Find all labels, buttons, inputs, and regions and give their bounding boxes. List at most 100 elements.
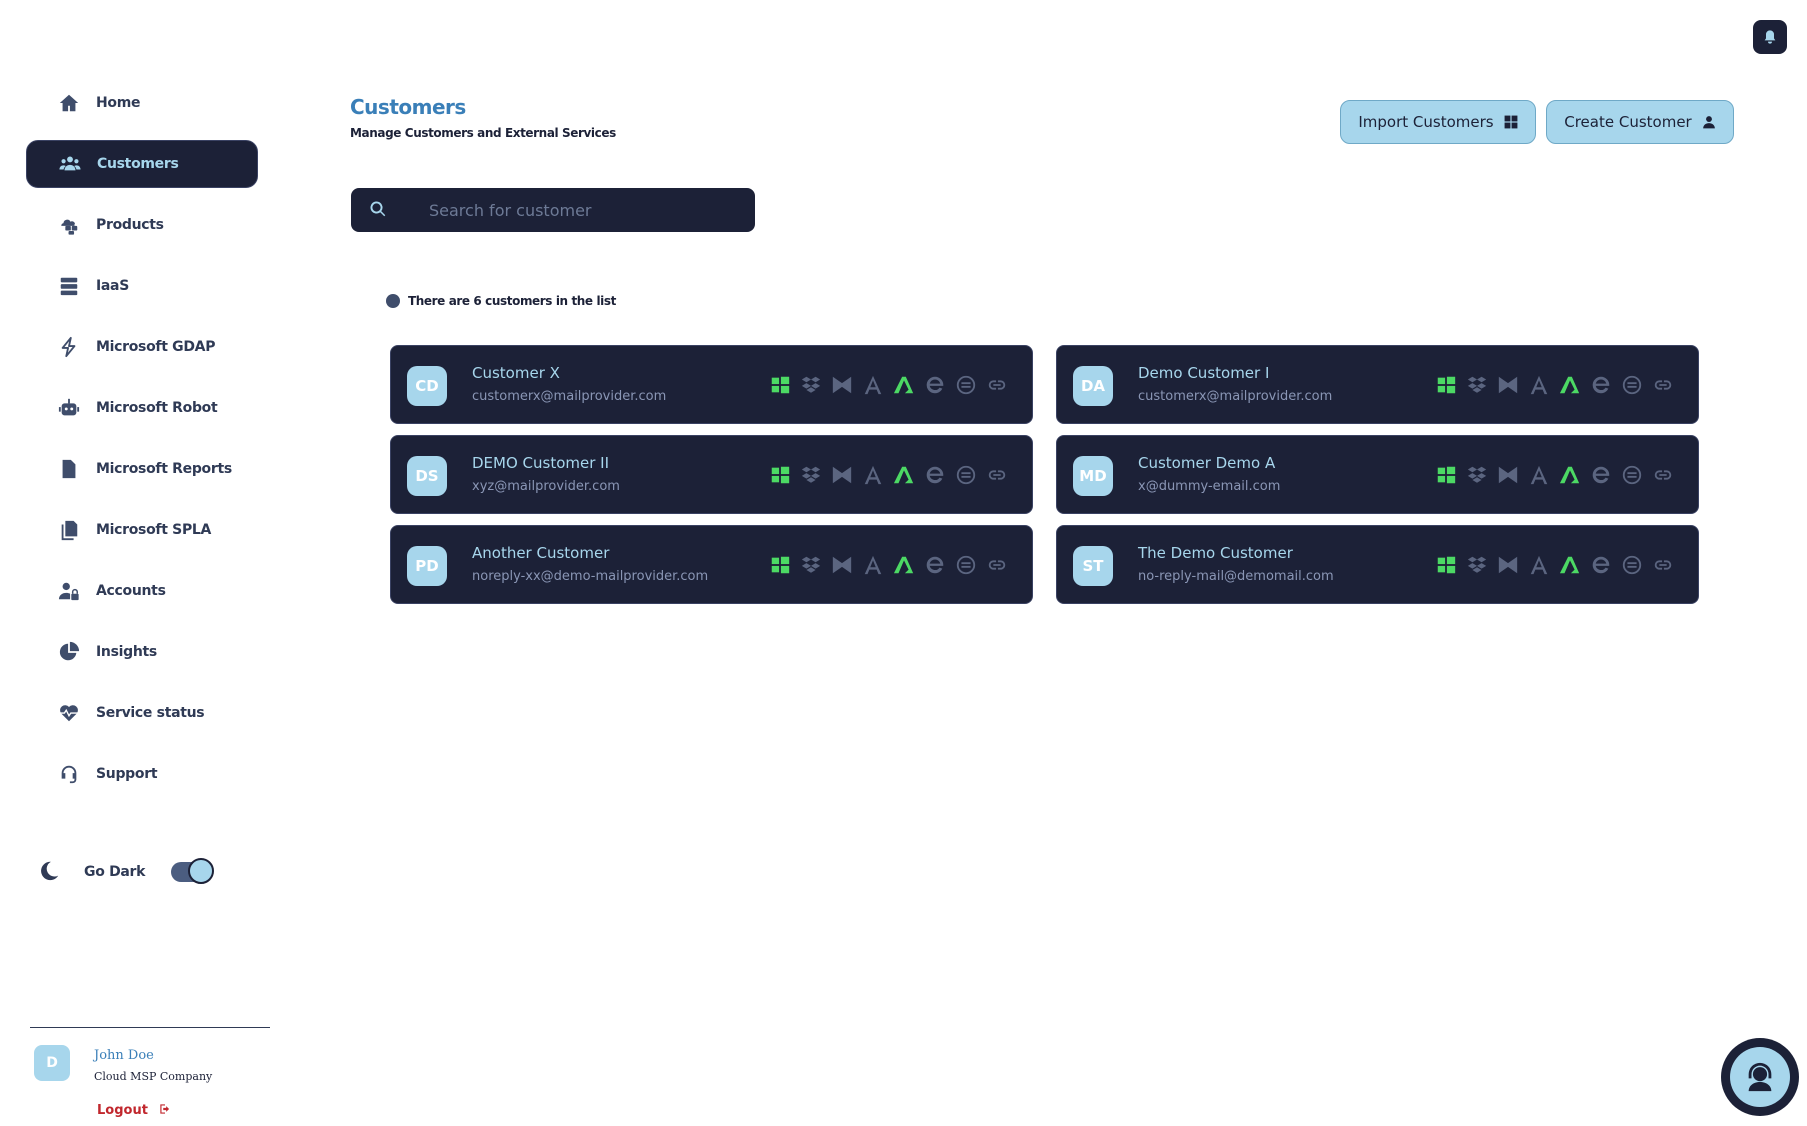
customer-card[interactable]: DA Demo Customer I customerx@mailprovide… [1056,345,1699,424]
windows-icon[interactable] [1433,462,1459,488]
customer-card[interactable]: DS DEMO Customer II xyz@mailprovider.com [390,435,1033,514]
page-subtitle: Manage Customers and External Services [350,126,616,140]
link-icon[interactable] [1650,462,1676,488]
e-icon[interactable] [1588,372,1614,398]
azure-icon[interactable] [1557,462,1583,488]
bowtie-icon[interactable] [829,462,855,488]
support-chat-button[interactable] [1721,1038,1799,1116]
azure-icon[interactable] [891,372,917,398]
circle-e-icon[interactable] [953,552,979,578]
circle-e-icon[interactable] [1619,462,1645,488]
link-icon[interactable] [1650,552,1676,578]
sidebar-item-insights[interactable]: Insights [26,628,258,676]
bowtie-icon[interactable] [1495,462,1521,488]
acronis-icon[interactable] [860,462,886,488]
sidebar-item-service-status[interactable]: Service status [26,689,258,737]
acronis-icon[interactable] [860,372,886,398]
sidebar-item-label: Service status [96,705,205,721]
circle-e-icon[interactable] [1619,372,1645,398]
sidebar-item-iaas[interactable]: IaaS [26,262,258,310]
circle-e-icon[interactable] [953,462,979,488]
page-title: Customers [350,95,466,119]
sidebar-item-microsoft-spla[interactable]: Microsoft SPLA [26,506,258,554]
create-customer-button[interactable]: Create Customer [1546,100,1734,144]
windows-icon[interactable] [1433,552,1459,578]
avatar: D [34,1045,70,1081]
customer-email: customerx@mailprovider.com [472,389,667,404]
bowtie-icon[interactable] [829,372,855,398]
azure-icon[interactable] [1557,372,1583,398]
circle-e-icon[interactable] [1619,552,1645,578]
search-input[interactable] [429,200,729,220]
dropbox-icon[interactable] [1464,462,1490,488]
windows-icon[interactable] [767,372,793,398]
dropbox-icon[interactable] [798,462,824,488]
sidebar-item-home[interactable]: Home [26,79,258,127]
acronis-icon[interactable] [860,552,886,578]
dropbox-icon[interactable] [798,372,824,398]
customer-email: x@dummy-email.com [1138,479,1281,494]
support-agent-icon [1748,1062,1772,1092]
dropbox-icon[interactable] [1464,372,1490,398]
link-icon[interactable] [984,372,1010,398]
service-icons [1428,372,1676,398]
windows-icon[interactable] [767,462,793,488]
service-icons [1428,552,1676,578]
server-icon [56,273,82,299]
customer-name: The Demo Customer [1138,544,1293,562]
e-icon[interactable] [1588,552,1614,578]
e-icon[interactable] [922,462,948,488]
azure-icon[interactable] [891,552,917,578]
e-icon[interactable] [922,552,948,578]
moon-icon [38,860,62,884]
dark-mode-toggle-row: Go Dark [38,858,215,884]
user-lock-icon [56,578,82,604]
e-icon[interactable] [1588,462,1614,488]
link-icon[interactable] [1650,372,1676,398]
sidebar-item-support[interactable]: Support [26,750,258,798]
customer-card[interactable]: MD Customer Demo A x@dummy-email.com [1056,435,1699,514]
sidebar-item-microsoft-robot[interactable]: Microsoft Robot [26,384,258,432]
acronis-icon[interactable] [1526,462,1552,488]
customer-avatar: PD [407,546,447,586]
bowtie-icon[interactable] [1495,372,1521,398]
sidebar-item-label: Microsoft Robot [96,400,218,416]
home-icon [56,90,82,116]
customer-card[interactable]: PD Another Customer noreply-xx@demo-mail… [390,525,1033,604]
sidebar-item-accounts[interactable]: Accounts [26,567,258,615]
windows-icon[interactable] [1433,372,1459,398]
pie-chart-icon [56,639,82,665]
logout-button[interactable]: Logout [97,1101,172,1120]
sidebar-item-microsoft-reports[interactable]: Microsoft Reports [26,445,258,493]
user-name: John Doe [94,1048,154,1063]
import-customers-button[interactable]: Import Customers [1340,100,1536,144]
link-icon[interactable] [984,552,1010,578]
robot-icon [56,395,82,421]
notifications-button[interactable] [1753,20,1787,54]
azure-icon[interactable] [1557,552,1583,578]
dark-mode-switch[interactable] [171,858,215,884]
heart-pulse-icon [56,700,82,726]
sidebar-item-products[interactable]: Products [26,201,258,249]
windows-icon[interactable] [767,552,793,578]
acronis-icon[interactable] [1526,552,1552,578]
sidebar-item-label: IaaS [96,278,129,294]
customer-card[interactable]: CD Customer X customerx@mailprovider.com [390,345,1033,424]
e-icon[interactable] [922,372,948,398]
bowtie-icon[interactable] [829,552,855,578]
create-customer-label: Create Customer [1564,113,1692,131]
windows-icon [1504,115,1518,129]
sidebar-item-microsoft-gdap[interactable]: Microsoft GDAP [26,323,258,371]
acronis-icon[interactable] [1526,372,1552,398]
sidebar-item-label: Accounts [96,583,166,599]
azure-icon[interactable] [891,462,917,488]
dropbox-icon[interactable] [798,552,824,578]
circle-e-icon[interactable] [953,372,979,398]
customer-count: There are 6 customers in the list [386,294,616,308]
bowtie-icon[interactable] [1495,552,1521,578]
customer-card[interactable]: ST The Demo Customer no-reply-mail@demom… [1056,525,1699,604]
dropbox-icon[interactable] [1464,552,1490,578]
link-icon[interactable] [984,462,1010,488]
customer-count-text: There are 6 customers in the list [408,294,616,308]
sidebar-item-customers[interactable]: Customers [26,140,258,188]
